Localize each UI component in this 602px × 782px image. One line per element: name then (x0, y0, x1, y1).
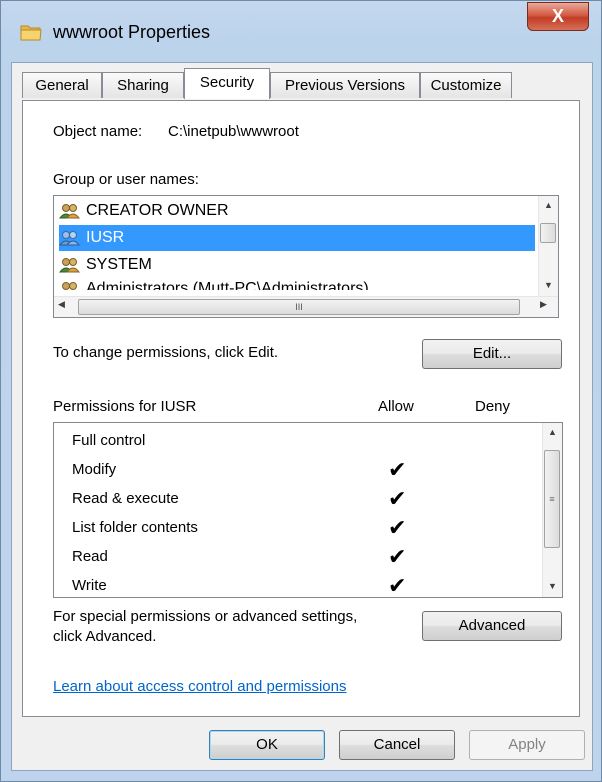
allow-column-header: Allow (378, 398, 414, 415)
permission-name: Read & execute (72, 490, 179, 507)
users-group-icon (59, 231, 81, 246)
edit-button[interactable]: Edit... (422, 339, 562, 369)
window-title: wwwroot Properties (53, 22, 211, 42)
user-list-horizontal-scrollbar[interactable]: ◀ III ▶ (54, 296, 558, 317)
user-name: CREATOR OWNER (86, 202, 229, 219)
group-user-list[interactable]: CREATOR OWNER IUSR SYSTEM Administrators… (53, 195, 559, 318)
scroll-thumb[interactable] (540, 223, 556, 243)
apply-button[interactable]: Apply (469, 730, 585, 760)
advanced-hint-line1: For special permissions or advanced sett… (53, 608, 358, 625)
allow-check-icon: ✔ (388, 515, 407, 540)
users-group-icon (59, 204, 81, 219)
group-users-label: Group or user names: (53, 171, 199, 188)
advanced-hint-line2: click Advanced. (53, 628, 157, 645)
permissions-list[interactable]: Full control Modify Read & execute List … (53, 422, 563, 598)
change-permissions-hint: To change permissions, click Edit. (53, 344, 279, 361)
user-list-item-selected[interactable]: IUSR (59, 225, 535, 251)
close-icon: X (551, 6, 564, 26)
user-name: Administrators (Mutt-PC\Administrators) (86, 280, 369, 290)
permission-name: Read (72, 548, 108, 565)
folder-icon (20, 25, 42, 41)
title-bar[interactable]: wwwroot Properties X (1, 1, 601, 63)
permission-row: Write (72, 571, 107, 597)
scroll-thumb[interactable]: ≡ (544, 450, 560, 548)
tab-general[interactable]: General (22, 72, 102, 98)
tab-customize[interactable]: Customize (420, 72, 512, 98)
horizontal-scroll-thumb[interactable]: III (78, 299, 520, 315)
learn-access-control-link[interactable]: Learn about access control and permissio… (53, 678, 347, 695)
user-name: SYSTEM (86, 256, 152, 273)
cancel-button[interactable]: Cancel (339, 730, 455, 760)
user-list-item[interactable]: CREATOR OWNER (59, 198, 537, 224)
object-name-label: Object name: (53, 123, 143, 140)
ok-button[interactable]: OK (209, 730, 325, 760)
allow-check-icon: ✔ (388, 486, 407, 511)
security-tab-panel: Object name: C:\inetpub\wwwroot Group or… (22, 100, 580, 717)
deny-column-header: Deny (475, 398, 511, 415)
allow-check-icon: ✔ (388, 573, 407, 598)
permission-row: List folder contents (72, 513, 198, 542)
users-group-icon (62, 282, 77, 290)
user-name: IUSR (86, 229, 125, 246)
scroll-left-arrow-icon[interactable]: ◀ (58, 299, 65, 310)
user-list-vertical-scrollbar[interactable]: ▲ ▼ (538, 196, 558, 296)
permission-row: Modify (72, 455, 116, 484)
permissions-vertical-scrollbar[interactable]: ▲ ≡ ▼ (542, 423, 562, 597)
permissions-header: Permissions for IUSR (53, 398, 197, 415)
allow-check-icon: ✔ (388, 544, 407, 569)
user-list-item[interactable]: Administrators (Mutt-PC\Administrators) (59, 276, 537, 290)
tab-sharing[interactable]: Sharing (102, 72, 184, 98)
permission-row: Read & execute (72, 484, 179, 513)
tab-previous-versions[interactable]: Previous Versions (270, 72, 420, 98)
advanced-button[interactable]: Advanced (422, 611, 562, 641)
scroll-down-arrow-icon[interactable]: ▼ (543, 577, 562, 595)
allow-check-icon: ✔ (388, 457, 407, 482)
object-name-value: C:\inetpub\wwwroot (168, 123, 299, 140)
permission-row: Full control (72, 426, 145, 455)
scroll-right-arrow-icon[interactable]: ▶ (540, 299, 547, 310)
permission-row: Read (72, 542, 108, 571)
user-list-item[interactable]: SYSTEM (59, 252, 537, 278)
tab-security[interactable]: Security (184, 68, 270, 99)
permission-name: List folder contents (72, 519, 198, 536)
permission-name: Modify (72, 461, 117, 478)
scroll-up-arrow-icon[interactable]: ▲ (539, 196, 558, 214)
permission-name: Full control (72, 432, 146, 449)
scroll-down-arrow-icon[interactable]: ▼ (539, 276, 558, 294)
permission-name: Write (72, 577, 107, 594)
users-group-icon (59, 258, 81, 273)
scroll-up-arrow-icon[interactable]: ▲ (543, 423, 562, 441)
close-button[interactable]: X (527, 2, 589, 31)
